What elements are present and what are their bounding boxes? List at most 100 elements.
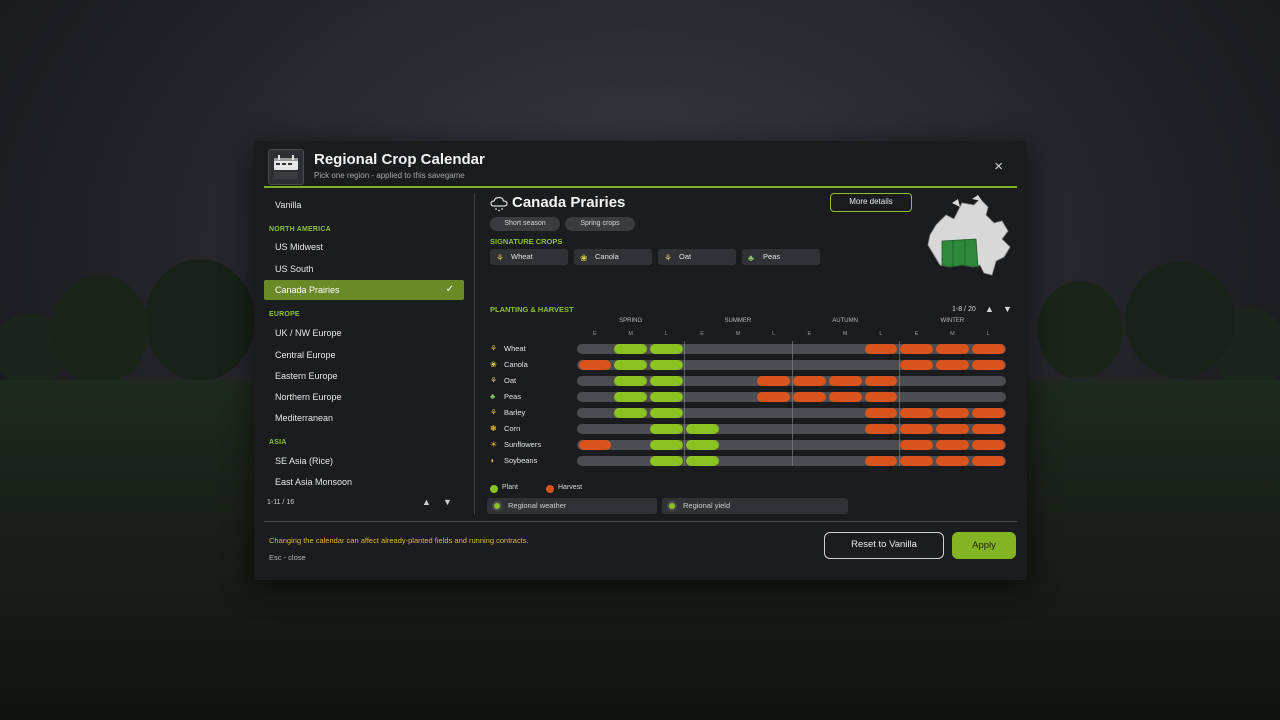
crop-row-label: ⚘ Oat (490, 375, 516, 387)
subperiod-label: L (772, 331, 776, 337)
subperiod-label: M (842, 331, 848, 337)
region-list: 1-11 / 16 ▲ ▼ Vanilla NORTH AMERICA US Mid… (264, 195, 464, 520)
subperiod-label: L (986, 331, 990, 337)
checkmark-icon: ✓ (445, 284, 454, 295)
region-item[interactable]: Central Europe (264, 345, 464, 365)
dialog-header: Regional Crop Calendar Pick one region -… (268, 149, 1013, 187)
harvest-period (864, 376, 898, 386)
season-header: WINTER (940, 318, 965, 324)
regional-yield-toggle[interactable]: Regional yield (662, 498, 848, 514)
plant-period (614, 392, 647, 402)
cloud-snow-icon (490, 196, 508, 212)
plant-period (685, 440, 719, 450)
regional-weather-toggle[interactable]: Regional weather (487, 498, 657, 514)
region-details: Canada Prairies Short season Spring crop… (487, 193, 1015, 523)
region-item[interactable]: Vanilla (264, 195, 464, 215)
region-list-up-icon[interactable]: ▲ (422, 497, 431, 507)
crop-row-label: ⚘ Wheat (490, 343, 526, 355)
region-item[interactable]: UK / NW Europe (264, 323, 464, 343)
plant-legend-label: Plant (502, 484, 518, 491)
region-item[interactable]: Mediterranean (264, 408, 464, 428)
calendar-down-icon[interactable]: ▼ (1003, 304, 1012, 314)
subperiod-label: E (593, 331, 597, 337)
harvest-period (971, 344, 1005, 354)
plant-legend-dot (490, 485, 498, 493)
harvest-period (900, 440, 933, 450)
harvest-period (864, 424, 898, 434)
region-item-label: Canada Prairies (275, 285, 340, 295)
signature-crop-chip: ❀ Canola (574, 249, 652, 265)
reset-to-vanilla-button[interactable]: Reset to Vanilla (824, 532, 944, 559)
region-item[interactable]: Eastern Europe (264, 366, 464, 386)
region-item-label: SE Asia (Rice) (275, 456, 334, 466)
signature-crop-name: Canola (595, 252, 619, 261)
barley-icon: ⚘ (490, 408, 498, 417)
harvest-period (900, 408, 933, 418)
harvest-period (757, 376, 790, 386)
tag-spring-crops: Spring crops (565, 217, 635, 231)
region-group-label: ASIA (269, 439, 287, 446)
region-item[interactable]: Canada Prairies ✓ (264, 280, 464, 300)
region-item[interactable]: Northern Europe (264, 387, 464, 407)
plant-period (650, 376, 683, 386)
footer-divider (264, 521, 1017, 522)
harvest-period (864, 392, 898, 402)
signature-crop-chip: ⚘ Oat (658, 249, 736, 265)
region-item[interactable]: SE Asia (Rice) (264, 451, 464, 471)
region-group-label: NORTH AMERICA (269, 226, 331, 233)
peas-icon: ♣ (748, 253, 754, 263)
harvest-period (971, 408, 1005, 418)
subperiod-label: E (700, 331, 704, 337)
crop-name: Oat (504, 376, 517, 385)
region-list-pager: 1-11 / 16 (267, 499, 295, 506)
plant-period (650, 392, 683, 402)
harvest-period (900, 344, 933, 354)
subperiod-label: E (807, 331, 812, 337)
crop-name: Peas (504, 392, 522, 401)
signature-crop-name: Oat (679, 252, 692, 261)
toggle-label: Regional yield (683, 501, 731, 510)
more-details-button[interactable]: More details (830, 193, 912, 212)
subperiod-label: L (879, 331, 883, 337)
app-logo (268, 149, 304, 185)
region-item[interactable]: US South (264, 259, 464, 279)
toggle-label: Regional weather (508, 501, 567, 510)
calendar-up-icon[interactable]: ▲ (985, 304, 994, 314)
plant-period (614, 408, 647, 418)
subperiod-label: E (914, 331, 919, 337)
harvest-period (936, 344, 969, 354)
harvest-period (864, 408, 898, 418)
region-item-label: Northern Europe (275, 392, 342, 402)
crop-name: Wheat (504, 344, 526, 353)
apply-button[interactable]: Apply (952, 532, 1016, 559)
close-icon[interactable]: × (994, 158, 1003, 175)
harvest-period (828, 376, 862, 386)
crop-name: Soybeans (504, 456, 538, 465)
region-item[interactable]: US Midwest (264, 237, 464, 257)
season-separator (791, 341, 793, 466)
region-item-label: Vanilla (275, 200, 302, 210)
harvest-period (793, 376, 826, 386)
calendar-pager: 1-8 / 20 (952, 306, 976, 313)
plant-period (614, 344, 647, 354)
crop-name: Corn (504, 424, 521, 433)
header-divider (264, 186, 1017, 188)
dialog-subtitle: Pick one region - applied to this savega… (314, 171, 465, 180)
signature-crop-chip: ⚘ Wheat (490, 249, 568, 265)
season-header: SPRING (619, 318, 643, 324)
plant-period (650, 360, 683, 370)
harvest-period (936, 424, 969, 434)
crop-row-label: ☀ Sunflowers (490, 439, 541, 451)
crop-row-label: ❃ Corn (490, 423, 520, 435)
sunflower-icon: ☀ (490, 440, 498, 449)
harvest-period (936, 456, 969, 466)
region-item[interactable]: East Asia Monsoon (264, 472, 464, 492)
subperiod-label: L (664, 331, 668, 337)
wheat-icon: ⚘ (496, 253, 505, 263)
harvest-legend-dot (546, 485, 554, 493)
region-list-down-icon[interactable]: ▼ (443, 497, 452, 507)
oat-icon: ⚘ (490, 376, 498, 385)
harvest-period (900, 424, 933, 434)
region-item-label: Mediterranean (275, 413, 334, 423)
signature-crop-name: Wheat (511, 252, 533, 261)
